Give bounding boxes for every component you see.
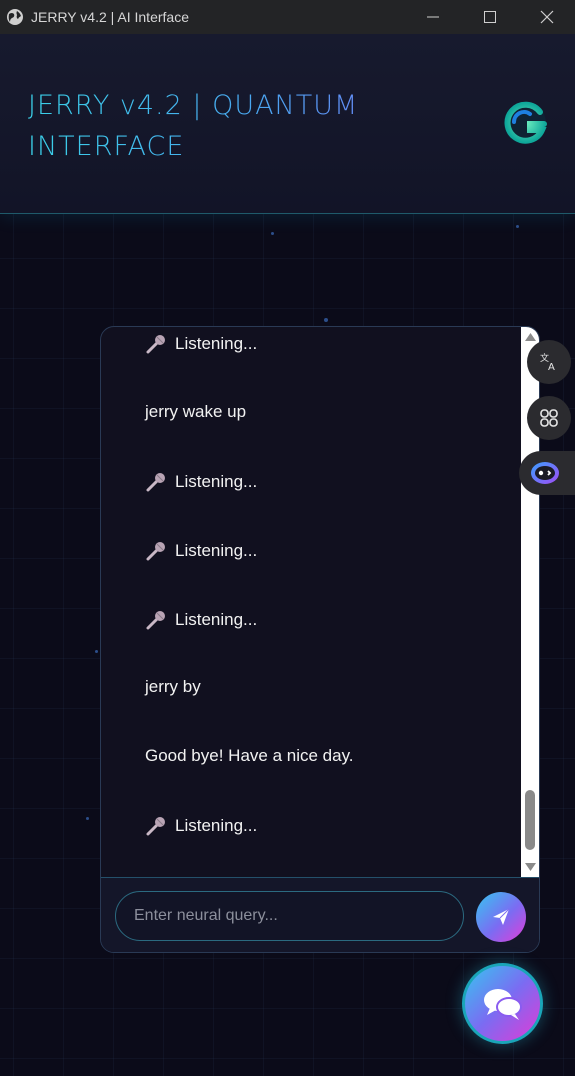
close-icon xyxy=(540,10,553,24)
svg-text:A: A xyxy=(548,362,555,373)
chat-bubbles-icon xyxy=(483,988,522,1020)
globe-icon xyxy=(7,9,23,25)
message-composer xyxy=(101,877,539,952)
chat-message: Listening... xyxy=(145,815,257,837)
message-text: Listening... xyxy=(175,472,258,491)
apps-button[interactable] xyxy=(527,396,571,440)
background-dot xyxy=(95,650,98,653)
send-icon xyxy=(493,908,510,925)
chat-message: jerry by xyxy=(145,677,201,697)
brand-logo-icon xyxy=(504,101,547,144)
chat-window: Listening... jerry wake up Listening... xyxy=(100,326,540,953)
page-title: JERRY v4.2 | QUANTUM INTERFACE xyxy=(28,85,408,167)
scrollbar-thumb[interactable] xyxy=(525,790,535,850)
window-title: JERRY v4.2 | AI Interface xyxy=(31,9,189,25)
maximize-button[interactable] xyxy=(461,0,518,34)
chat-message: Good bye! Have a nice day. xyxy=(145,746,354,766)
scroll-down-arrow-icon[interactable] xyxy=(524,861,537,873)
background-dot xyxy=(271,232,274,235)
app-header: JERRY v4.2 | QUANTUM INTERFACE xyxy=(0,34,575,214)
chat-message: Listening... xyxy=(145,333,257,355)
translate-icon: 文 A xyxy=(540,352,555,373)
assistant-icon xyxy=(531,462,559,484)
background-dot xyxy=(324,318,328,322)
microphone-icon xyxy=(146,817,165,836)
message-text: jerry by xyxy=(145,677,201,696)
chat-message: Listening... xyxy=(145,609,257,631)
app-canvas: JERRY v4.2 | QUANTUM INTERFACE Listening… xyxy=(0,34,575,1076)
message-text: Listening... xyxy=(175,541,258,560)
minimize-icon xyxy=(426,16,439,18)
title-line-1: JERRY v4.2 | QUANTUM xyxy=(28,90,359,121)
maximize-icon xyxy=(483,11,496,23)
message-text: jerry wake up xyxy=(145,402,247,421)
chat-toggle-button[interactable] xyxy=(462,963,543,1044)
message-list[interactable]: Listening... jerry wake up Listening... xyxy=(101,327,521,877)
chat-message: jerry wake up xyxy=(145,402,246,422)
message-text: Good bye! Have a nice day. xyxy=(145,746,354,765)
query-input[interactable] xyxy=(115,891,464,941)
window-titlebar: JERRY v4.2 | AI Interface xyxy=(0,0,575,34)
microphone-icon xyxy=(146,542,165,561)
microphone-icon xyxy=(146,611,165,630)
title-line-2: INTERFACE xyxy=(28,131,185,162)
send-button[interactable] xyxy=(476,892,526,942)
message-text: Listening... xyxy=(175,334,258,353)
microphone-icon xyxy=(146,335,165,354)
minimize-button[interactable] xyxy=(404,0,461,34)
close-button[interactable] xyxy=(518,0,575,34)
microphone-icon xyxy=(146,473,165,492)
scroll-up-arrow-icon[interactable] xyxy=(524,331,537,343)
translate-button[interactable]: 文 A xyxy=(527,340,571,384)
assistant-button[interactable] xyxy=(519,451,575,495)
chat-message: Listening... xyxy=(145,540,257,562)
background-dot xyxy=(516,225,519,228)
background-dot xyxy=(86,817,89,820)
chat-message: Listening... xyxy=(145,471,257,493)
message-text: Listening... xyxy=(175,610,258,629)
message-text: Listening... xyxy=(175,816,258,835)
apps-icon xyxy=(540,409,558,427)
